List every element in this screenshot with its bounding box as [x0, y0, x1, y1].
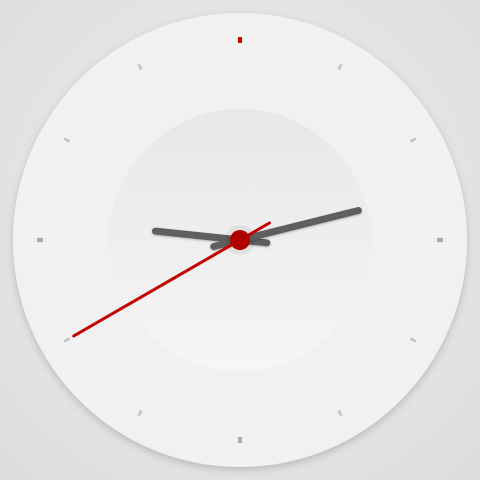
center-cap [230, 230, 250, 250]
clock-app [0, 0, 480, 480]
analog-clock [13, 13, 467, 467]
